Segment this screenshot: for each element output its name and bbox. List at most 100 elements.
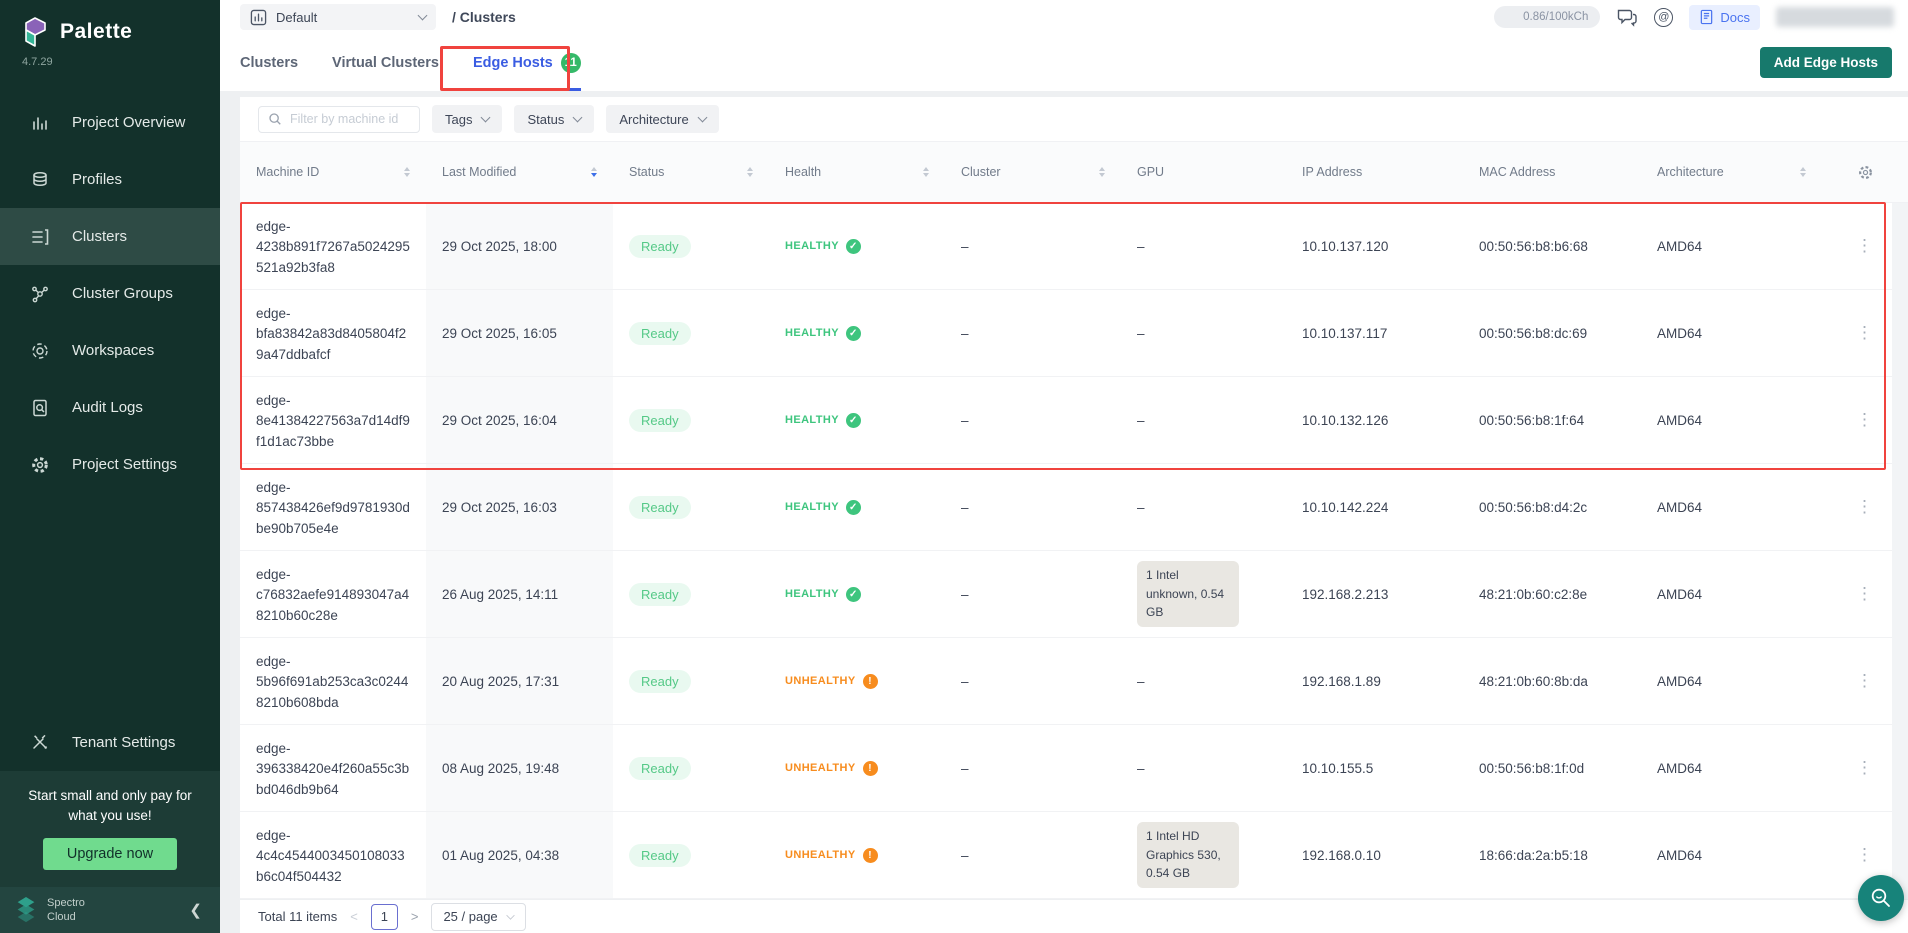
- table-row[interactable]: edge-c76832aefe914893047a48210b60c28e26 …: [240, 551, 1908, 638]
- prev-page-button[interactable]: <: [350, 909, 358, 924]
- project-selector[interactable]: Default: [240, 4, 436, 30]
- whats-new-icon[interactable]: @: [1654, 8, 1673, 27]
- last-modified-cell: 08 Aug 2025, 19:48: [426, 725, 613, 811]
- topbar-right: 0.86/100kCh @ Docs: [1494, 5, 1894, 30]
- column-header-cluster[interactable]: Cluster: [945, 142, 1121, 202]
- scrollbar-gutter[interactable]: [1892, 203, 1908, 899]
- status-filter-dropdown[interactable]: Status: [514, 105, 594, 133]
- tab-clusters[interactable]: Clusters: [240, 34, 298, 91]
- check-circle-icon: ✓: [846, 500, 861, 515]
- tab-edge-hosts[interactable]: Edge Hosts 11: [473, 34, 581, 91]
- table-row[interactable]: edge-4238b891f7267a5024295521a92b3fa829 …: [240, 203, 1908, 290]
- tools-icon: [30, 732, 50, 752]
- warning-circle-icon: !: [863, 761, 878, 776]
- sort-icons[interactable]: [404, 167, 410, 178]
- machine-id-search[interactable]: [258, 106, 420, 133]
- mac-address-cell: 18:66:da:2a:b5:18: [1463, 812, 1641, 898]
- table-row[interactable]: edge-bfa83842a83d8405804f29a47ddbafcf29 …: [240, 290, 1908, 377]
- table-row[interactable]: edge-5b96f691ab253ca3c02448210b608bda20 …: [240, 638, 1908, 725]
- layers-icon: [30, 170, 50, 190]
- status-badge: Ready: [629, 844, 691, 867]
- mac-address-cell: 48:21:0b:60:c2:8e: [1463, 551, 1641, 637]
- column-header-health[interactable]: Health: [769, 142, 945, 202]
- ip-address-cell: 10.10.132.126: [1286, 377, 1463, 463]
- status-badge: Ready: [629, 322, 691, 345]
- machine-id-cell: edge-5b96f691ab253ca3c02448210b608bda: [240, 638, 426, 724]
- ip-address-cell: 10.10.142.224: [1286, 464, 1463, 550]
- user-menu-redacted[interactable]: [1776, 7, 1894, 27]
- column-header-last-modified[interactable]: Last Modified: [426, 142, 613, 202]
- health-cell: UNHEALTHY!: [769, 638, 945, 724]
- page-size-label: 25 / page: [443, 909, 497, 924]
- sort-icons[interactable]: [1800, 167, 1806, 178]
- sidebar-collapse-chevron[interactable]: ❮: [189, 901, 202, 919]
- help-widget-button[interactable]: [1858, 875, 1904, 921]
- page-size-select[interactable]: 25 / page: [431, 903, 525, 931]
- status-badge: Ready: [629, 496, 691, 519]
- tab-label: Edge Hosts: [473, 55, 553, 71]
- column-header-status[interactable]: Status: [613, 142, 769, 202]
- upgrade-now-button[interactable]: Upgrade now: [43, 838, 177, 870]
- health-cell: HEALTHY✓: [769, 377, 945, 463]
- sort-icons[interactable]: [747, 167, 753, 178]
- last-modified-cell: 29 Oct 2025, 16:05: [426, 290, 613, 376]
- table-row[interactable]: edge-4c4c4544003450108033b6c04f50443201 …: [240, 812, 1908, 899]
- health-badge: UNHEALTHY!: [785, 848, 878, 863]
- mac-address-cell: 00:50:56:b8:d4:2c: [1463, 464, 1641, 550]
- cluster-cell: –: [945, 551, 1121, 637]
- usage-badge: 0.86/100kCh: [1494, 6, 1600, 28]
- table-row[interactable]: edge-857438426ef9d9781930dbe90b705e4e29 …: [240, 464, 1908, 551]
- main-area: Default / Clusters 0.86/100kCh @ Docs Cl…: [220, 0, 1908, 933]
- tab-virtual-clusters[interactable]: Virtual Clusters: [332, 34, 439, 91]
- sidebar-item-project-settings[interactable]: Project Settings: [0, 436, 220, 493]
- health-badge: HEALTHY✓: [785, 326, 861, 341]
- last-modified-cell: 01 Aug 2025, 04:38: [426, 812, 613, 898]
- sort-icons[interactable]: [1099, 167, 1105, 178]
- column-header-machine-id[interactable]: Machine ID: [240, 142, 426, 202]
- upsell-text: Start small and only pay for what you us…: [14, 786, 206, 827]
- sidebar-item-project-overview[interactable]: Project Overview: [0, 94, 220, 151]
- tags-filter-dropdown[interactable]: Tags: [432, 105, 502, 133]
- sidebar-item-clusters[interactable]: Clusters: [0, 208, 220, 265]
- sidebar-item-label: Project Overview: [72, 114, 185, 131]
- column-settings-gear[interactable]: [1822, 142, 1908, 202]
- sort-icons[interactable]: [591, 167, 597, 178]
- page-number-button[interactable]: 1: [371, 904, 398, 930]
- edge-hosts-panel: Tags Status Architecture Machine ID Last…: [240, 97, 1908, 933]
- audit-doc-icon: [30, 398, 50, 418]
- total-items-label: Total 11 items: [258, 909, 337, 924]
- machine-id-cell: edge-396338420e4f260a55c3bbd046db9b64: [240, 725, 426, 811]
- check-circle-icon: ✓: [846, 239, 861, 254]
- ip-address-cell: 192.168.1.89: [1286, 638, 1463, 724]
- machine-id-cell: edge-4c4c4544003450108033b6c04f504432: [240, 812, 426, 898]
- add-edge-hosts-button[interactable]: Add Edge Hosts: [1760, 47, 1892, 78]
- app-name: Palette: [60, 20, 132, 44]
- ip-address-cell: 10.10.155.5: [1286, 725, 1463, 811]
- architecture-cell: AMD64: [1641, 377, 1822, 463]
- table-row[interactable]: edge-396338420e4f260a55c3bbd046db9b6408 …: [240, 725, 1908, 812]
- health-cell: UNHEALTHY!: [769, 725, 945, 811]
- architecture-filter-dropdown[interactable]: Architecture: [606, 105, 718, 133]
- status-badge: Ready: [629, 235, 691, 258]
- sidebar-item-cluster-groups[interactable]: Cluster Groups: [0, 265, 220, 322]
- gpu-cell: –: [1121, 377, 1286, 463]
- machine-id-cell: edge-c76832aefe914893047a48210b60c28e: [240, 551, 426, 637]
- search-input[interactable]: [290, 112, 400, 126]
- docs-button[interactable]: Docs: [1689, 5, 1760, 30]
- last-modified-cell: 26 Aug 2025, 14:11: [426, 551, 613, 637]
- next-page-button[interactable]: >: [411, 909, 419, 924]
- sidebar-item-profiles[interactable]: Profiles: [0, 151, 220, 208]
- gpu-cell: –: [1121, 203, 1286, 289]
- ip-address-cell: 192.168.0.10: [1286, 812, 1463, 898]
- table-row[interactable]: edge-8e41384227563a7d14df9f1d1ac73bbe29 …: [240, 377, 1908, 464]
- architecture-cell: AMD64: [1641, 464, 1822, 550]
- chat-icon[interactable]: [1616, 7, 1638, 27]
- sort-icons[interactable]: [923, 167, 929, 178]
- health-badge: HEALTHY✓: [785, 413, 861, 428]
- sidebar-bottom: Tenant Settings Start small and only pay…: [0, 714, 220, 933]
- sidebar-item-label: Profiles: [72, 171, 122, 188]
- column-header-architecture[interactable]: Architecture: [1641, 142, 1822, 202]
- sidebar-item-workspaces[interactable]: Workspaces: [0, 322, 220, 379]
- sidebar-item-tenant-settings[interactable]: Tenant Settings: [0, 714, 220, 771]
- sidebar-item-audit-logs[interactable]: Audit Logs: [0, 379, 220, 436]
